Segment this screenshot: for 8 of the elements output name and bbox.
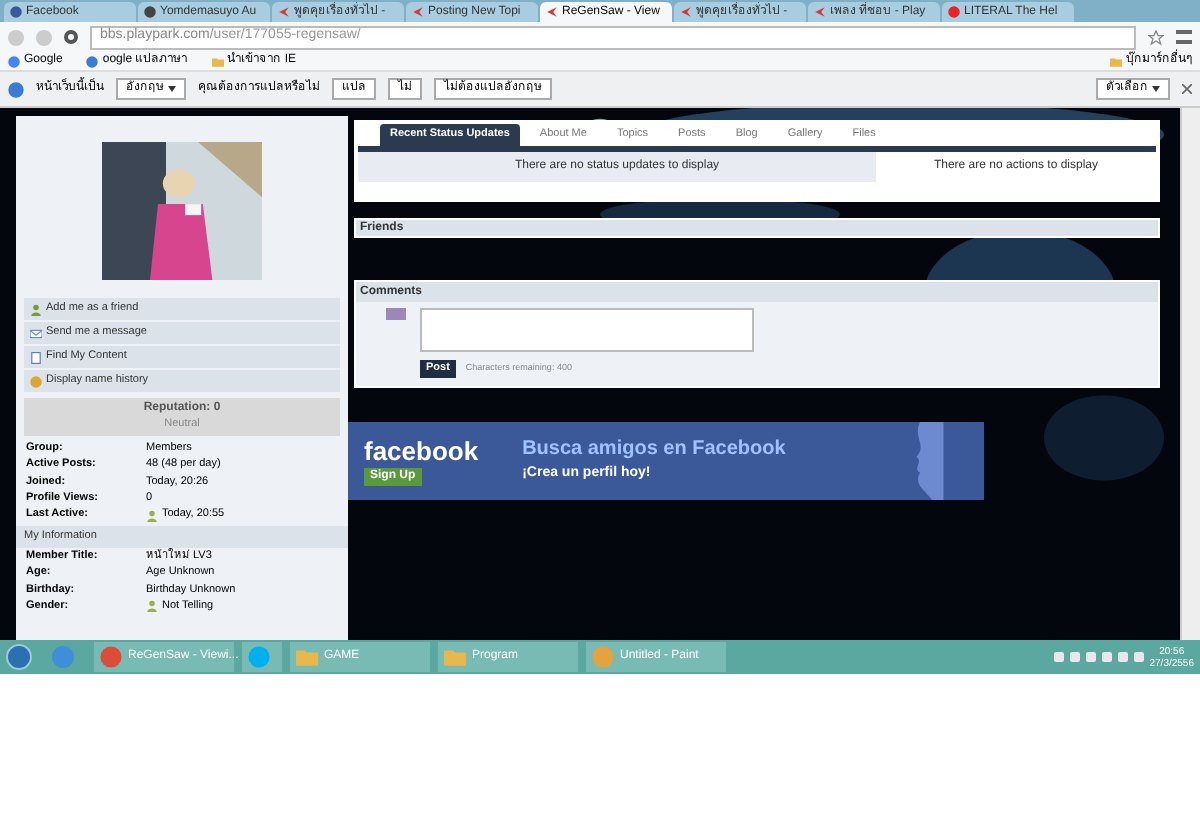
menu-icon[interactable] [1176,30,1192,44]
caret-icon [168,86,176,92]
close-icon[interactable] [1182,84,1192,94]
star-icon[interactable] [1148,29,1164,45]
folder-icon [444,646,466,668]
taskbar-item[interactable] [242,642,282,672]
caret-icon [1152,86,1160,92]
folder-icon [296,646,318,668]
